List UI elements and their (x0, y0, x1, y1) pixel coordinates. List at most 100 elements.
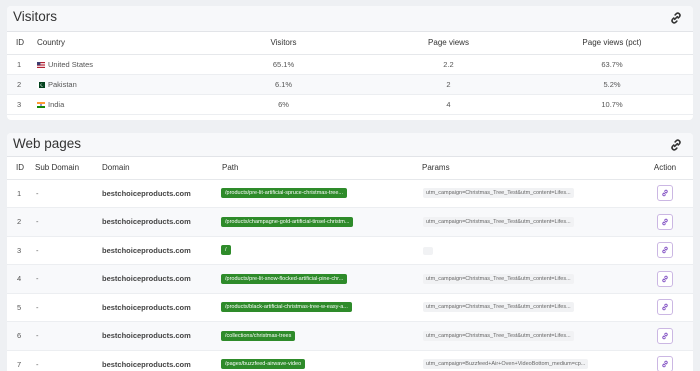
params-badge: utm_campaign=Buzzfeed+Air+Oven+VideoBott… (423, 359, 589, 370)
path-cell: /products/pre-lit-artificial-spruce-chri… (214, 179, 417, 208)
col-page-views: Page views (366, 32, 531, 55)
link-icon[interactable] (669, 138, 683, 152)
action-cell (637, 264, 693, 294)
domain-cell: bestchoiceproducts.com (94, 236, 214, 265)
col-path: Path (214, 157, 417, 180)
col-subdomain: Sub Domain (27, 157, 94, 180)
subdomain-cell: - (27, 293, 94, 322)
col-params: Params (417, 157, 637, 180)
open-link-button[interactable] (657, 356, 673, 371)
table-row: 2 Pakistan 6.1% 2 5.2% (7, 74, 693, 95)
domain-cell: bestchoiceproducts.com (94, 293, 214, 322)
table-row: 4- bestchoiceproducts.com/products/pre-li… (7, 264, 693, 294)
page-views-pct-value: 5.2% (531, 74, 693, 95)
params-badge: utm_campaign=Christmas_Tree_Test&utm_con… (423, 216, 574, 227)
subdomain-cell: - (27, 350, 94, 371)
open-link-button[interactable] (657, 299, 673, 316)
params-cell: utm_campaign=Buzzfeed+Air+Oven+VideoBott… (417, 350, 637, 371)
path-badge[interactable]: /products/pre-lit-artificial-spruce-chri… (221, 188, 347, 199)
domain-cell: bestchoiceproducts.com (94, 264, 214, 294)
path-badge[interactable]: /products/champagne-gold-artificial-tins… (221, 216, 354, 227)
table-row: 7- bestchoiceproducts.com/pages/buzzfeed-… (7, 350, 693, 371)
country-name: India (48, 99, 65, 109)
path-cell: / (214, 236, 417, 265)
path-badge[interactable]: /collections/christmas-trees (221, 330, 296, 341)
col-country: Country (31, 32, 201, 55)
subdomain-cell: - (27, 179, 94, 208)
params-cell: utm_campaign=Christmas_Tree_Test&utm_con… (417, 264, 637, 294)
path-cell: /products/pre-lit-snow-flocked-artificia… (214, 264, 417, 294)
page-views-value: 4 (366, 94, 531, 115)
visitors-value: 6.1% (201, 74, 366, 95)
pk-flag-icon (37, 81, 45, 88)
col-action: Action (637, 157, 693, 180)
action-cell (637, 293, 693, 322)
table-row: 2- bestchoiceproducts.com/products/champa… (7, 207, 693, 237)
params-badge: utm_campaign=Christmas_Tree_Test&utm_con… (423, 188, 574, 199)
page-views-pct-value: 10.7% (531, 94, 693, 115)
open-link-button[interactable] (657, 185, 673, 202)
params-cell: utm_campaign=Christmas_Tree_Test&utm_con… (417, 321, 637, 351)
table-row: 6- bestchoiceproducts.com/collections/chr… (7, 321, 693, 351)
path-badge[interactable]: /products/black-artificial-christmas-tre… (221, 302, 352, 313)
table-row: 5- bestchoiceproducts.com/products/black-… (7, 293, 693, 322)
params-cell: utm_campaign=Christmas_Tree_Test&utm_con… (417, 293, 637, 322)
open-link-button[interactable] (657, 270, 673, 287)
path-badge[interactable]: /pages/buzzfeed-airwave-video (221, 359, 306, 370)
domain-cell: bestchoiceproducts.com (94, 207, 214, 237)
action-cell (637, 236, 693, 265)
subdomain-cell: - (27, 321, 94, 351)
webpages-header: Web pages (7, 133, 693, 157)
action-cell (637, 350, 693, 371)
page-views-value: 2 (366, 74, 531, 95)
action-cell (637, 207, 693, 237)
params-cell (417, 236, 637, 265)
country-cell: India (31, 94, 201, 115)
col-page-views-pct: Page views (pct) (531, 32, 693, 55)
path-cell: /collections/christmas-trees (214, 321, 417, 351)
row-id: 1 (7, 54, 31, 75)
visitors-title: Visitors (13, 9, 58, 24)
col-domain: Domain (94, 157, 214, 180)
link-icon[interactable] (669, 11, 683, 25)
webpages-table: ID Sub Domain Domain Path Params Action … (7, 157, 693, 371)
domain-cell: bestchoiceproducts.com (94, 350, 214, 371)
visitors-header: Visitors (7, 6, 693, 32)
path-badge[interactable]: / (221, 245, 231, 256)
country-name: United States (48, 59, 94, 69)
params-badge: utm_campaign=Christmas_Tree_Test&utm_con… (423, 302, 574, 313)
params-badge: utm_campaign=Christmas_Tree_Test&utm_con… (423, 273, 574, 284)
open-link-button[interactable] (657, 213, 673, 230)
row-id: 1 (7, 179, 27, 208)
visitors-card: Visitors ID Country Visitors Page views … (7, 6, 693, 120)
country-cell: United States (31, 54, 201, 75)
domain-cell: bestchoiceproducts.com (94, 321, 214, 351)
row-id: 2 (7, 74, 31, 95)
table-row: 3- bestchoiceproducts.com / (7, 236, 693, 265)
row-id: 4 (7, 264, 27, 294)
col-visitors: Visitors (201, 32, 366, 55)
col-id: ID (7, 32, 31, 55)
visitors-value: 6% (201, 94, 366, 115)
domain-cell: bestchoiceproducts.com (94, 179, 214, 208)
in-flag-icon (37, 101, 45, 108)
col-id: ID (7, 157, 27, 180)
open-link-button[interactable] (657, 242, 673, 259)
path-cell: /products/champagne-gold-artificial-tins… (214, 207, 417, 237)
path-badge[interactable]: /products/pre-lit-snow-flocked-artificia… (221, 273, 348, 284)
visitors-value: 65.1% (201, 54, 366, 75)
row-id: 7 (7, 350, 27, 371)
page-views-value: 2.2 (366, 54, 531, 75)
subdomain-cell: - (27, 264, 94, 294)
row-id: 6 (7, 321, 27, 351)
open-link-button[interactable] (657, 327, 673, 344)
country-cell: Pakistan (31, 74, 201, 95)
table-row: 3 India 6% 4 10.7% (7, 94, 693, 115)
table-header-row: ID Sub Domain Domain Path Params Action (7, 157, 693, 180)
params-badge: utm_campaign=Christmas_Tree_Test&utm_con… (423, 330, 574, 341)
table-row: 1- bestchoiceproducts.com/products/pre-li… (7, 179, 693, 208)
params-cell: utm_campaign=Christmas_Tree_Test&utm_con… (417, 207, 637, 237)
row-id: 5 (7, 293, 27, 322)
row-id: 3 (7, 236, 27, 265)
table-header-row: ID Country Visitors Page views Page view… (7, 32, 693, 55)
